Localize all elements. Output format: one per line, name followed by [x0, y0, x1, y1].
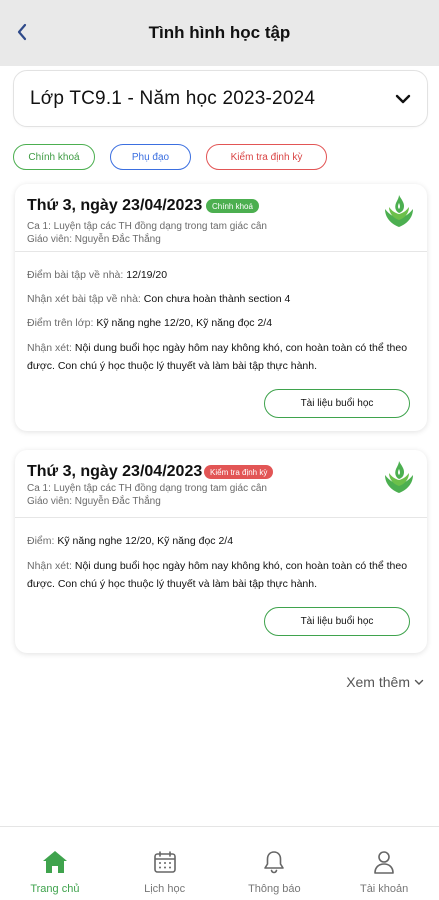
- tab-home[interactable]: Trang chủ: [0, 827, 110, 900]
- field-label: Nhận xét:: [27, 342, 72, 354]
- lesson-documents-button[interactable]: Tài liệu buổi học: [264, 389, 410, 418]
- lesson-type-badge: Chính khoá: [206, 199, 259, 213]
- lesson-documents-button[interactable]: Tài liệu buổi học: [264, 607, 410, 636]
- lesson-session: Ca 1: Luyện tập các TH đồng dạng trong t…: [27, 483, 267, 494]
- tab-account[interactable]: Tài khoản: [329, 827, 439, 900]
- school-logo-icon: [385, 195, 413, 227]
- top-bar: Tình hình học tập: [0, 0, 439, 66]
- lesson-card-header: Thứ 3, ngày 23/04/2023 Chính khoá Ca 1: …: [15, 184, 427, 252]
- tab-notifications[interactable]: Thông báo: [220, 827, 330, 900]
- lesson-card: Thứ 3, ngày 23/04/2023 Kiểm tra định kỳ …: [15, 450, 427, 653]
- field-label: Nhận xét:: [27, 560, 72, 572]
- lesson-date: Thứ 3, ngày 23/04/2023: [27, 463, 203, 480]
- homework-comment-row: Nhận xét bài tập về nhà: Con chưa hoàn t…: [27, 291, 415, 307]
- tab-label: Trang chủ: [30, 883, 80, 895]
- field-value: Nội dung buổi học ngày hôm nay không khó…: [27, 560, 408, 590]
- lesson-card-header: Thứ 3, ngày 23/04/2023 Kiểm tra định kỳ …: [15, 450, 427, 518]
- chevron-down-icon: [395, 94, 411, 103]
- lesson-card-body: Điểm: Kỹ năng nghe 12/20, Kỹ năng đọc 2/…: [15, 518, 427, 593]
- field-label: Điểm:: [27, 535, 55, 547]
- field-value: 12/19/20: [126, 269, 168, 281]
- field-value: Nội dung buổi học ngày hôm nay không khó…: [27, 342, 408, 372]
- lesson-card: Thứ 3, ngày 23/04/2023 Chính khoá Ca 1: …: [15, 184, 427, 431]
- back-button[interactable]: [10, 20, 34, 44]
- chevron-down-icon: [414, 679, 424, 685]
- field-label: Điểm bài tập về nhà:: [27, 269, 124, 281]
- tab-label: Tài khoản: [359, 883, 409, 895]
- school-logo-icon: [385, 461, 413, 493]
- page-title: Tình hình học tập: [148, 23, 291, 42]
- lesson-date: Thứ 3, ngày 23/04/2023: [27, 197, 203, 214]
- tab-label: Lịch học: [144, 883, 186, 895]
- comment-row: Nhận xét: Nội dung buổi học ngày hôm nay…: [27, 557, 415, 593]
- lesson-card-body: Điểm bài tập về nhà: 12/19/20 Nhận xét b…: [15, 252, 427, 375]
- tab-schedule[interactable]: Lịch học: [110, 827, 220, 900]
- homework-score-row: Điểm bài tập về nhà: 12/19/20: [27, 267, 415, 283]
- field-value: Kỹ năng nghe 12/20, Kỹ năng đọc 2/4: [57, 535, 234, 547]
- filter-kiem-tra-dinh-ky[interactable]: Kiểm tra định kỳ: [206, 144, 327, 170]
- filter-chinh-khoa[interactable]: Chính khoá: [13, 144, 95, 170]
- class-year-select[interactable]: Lớp TC9.1 - Năm học 2023-2024: [13, 70, 428, 127]
- chevron-left-icon: [17, 23, 27, 41]
- lesson-session: Ca 1: Luyện tập các TH đồng dạng trong t…: [27, 221, 267, 232]
- field-label: Nhận xét bài tập về nhà:: [27, 293, 141, 305]
- class-year-label: Lớp TC9.1 - Năm học 2023-2024: [30, 87, 316, 109]
- field-value: Kỹ năng nghe 12/20, Kỹ năng đọc 2/4: [96, 317, 273, 329]
- comment-row: Nhận xét: Nội dung buổi học ngày hôm nay…: [27, 339, 415, 375]
- calendar-icon: [152, 849, 178, 875]
- see-more-button[interactable]: Xem thêm: [346, 674, 424, 690]
- lesson-teacher: Giáo viên: Nguyễn Đắc Thắng: [27, 234, 161, 245]
- home-icon: [42, 849, 68, 875]
- see-more-label: Xem thêm: [346, 674, 410, 690]
- class-score-row: Điểm trên lớp: Kỹ năng nghe 12/20, Kỹ nă…: [27, 315, 415, 331]
- bottom-tab-bar: Trang chủ Lịch học Thông báo Tài khoản: [0, 826, 439, 900]
- lesson-type-badge: Kiểm tra định kỳ: [204, 465, 274, 479]
- bell-icon: [261, 849, 287, 875]
- lesson-teacher: Giáo viên: Nguyễn Đắc Thắng: [27, 496, 161, 507]
- user-icon: [371, 849, 397, 875]
- score-row: Điểm: Kỹ năng nghe 12/20, Kỹ năng đọc 2/…: [27, 533, 415, 549]
- filter-phu-dao[interactable]: Phụ đạo: [110, 144, 191, 170]
- field-value: Con chưa hoàn thành section 4: [143, 293, 291, 305]
- tab-label: Thông báo: [248, 883, 301, 895]
- field-label: Điểm trên lớp:: [27, 317, 94, 329]
